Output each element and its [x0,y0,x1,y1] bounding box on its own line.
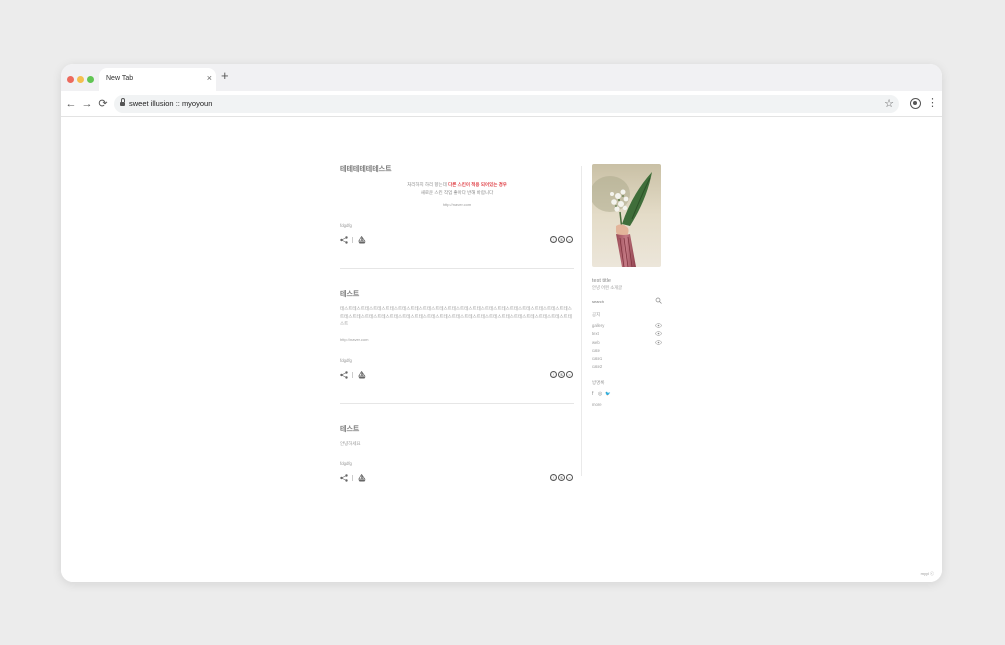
tab-strip: New Tab × + [61,64,942,91]
cc-nd-icon: = [566,236,573,243]
category-label: cate2 [592,364,603,370]
cc-nc-icon: $ [558,370,565,378]
notice-heading[interactable]: 공지 [592,312,662,318]
zoom-window-button[interactable] [87,76,94,83]
url-text[interactable]: sweet illusion :: myoyoun [129,99,212,108]
notice-highlight: 다른 스킨이 적용 되어있는 경우 [448,182,507,187]
post-item: 테스트 안녕하세요 fdgdfg ⓘ $ = [340,424,574,484]
close-window-button[interactable] [67,76,74,83]
cc-license-icons: ⓘ $ = [550,370,574,379]
search-input[interactable] [592,298,647,304]
notice-text-2: 새로운 스킨 작업 좋아다 반해 바랍니다 [420,190,494,195]
post-divider [340,402,574,404]
cc-nc-icon: $ [558,236,565,243]
post-link[interactable]: http://naver.com [340,202,574,207]
share-icon[interactable] [340,473,348,482]
notice-text: 처리하지 하리 향는데 [407,182,449,187]
post-title[interactable]: 테스트 [340,289,574,299]
category-item[interactable]: cate2 [592,364,662,372]
profile-photo [590,164,661,268]
instagram-icon[interactable]: ◎ [598,391,602,397]
more-link[interactable]: more [592,402,662,407]
cc-license-icons: ⓘ $ = [550,473,574,482]
tab-close-icon[interactable]: × [207,73,212,83]
bookmark-star-icon[interactable]: ☆ [884,97,894,110]
category-label: cate [592,347,600,353]
category-label: gallery [592,323,605,328]
post-item: 테스트 테스트테스트테스트테스트테스트테스트테스트테스트테스트테스트테스트테스트… [340,289,574,381]
post-notice: 처리하지 하리 향는데 다른 스킨이 적용 되어있는 경우 새로운 스킨 작업 … [340,181,574,197]
post-tag[interactable]: fdgdfg [340,358,574,363]
lock-icon [120,98,125,106]
category-list: gallery text web cate cate1 cate2 [592,323,662,373]
action-separator [352,474,353,481]
sidebar: test title 안녕 어쩐 소개글 공지 gallery text web… [590,164,662,407]
cc-nd-icon: = [566,473,573,481]
eye-icon [655,331,662,336]
boat-icon[interactable] [358,370,366,379]
category-item[interactable]: gallery [592,323,662,331]
footer-brand[interactable]: myyl ⓒ [921,571,934,577]
search-box [592,297,662,305]
eye-icon [655,323,662,328]
post-actions: ⓘ $ = [340,370,574,381]
forward-button[interactable]: → [80,97,94,111]
post-actions: ⓘ $ = [340,473,574,484]
browser-window: New Tab × + ← → ⟳ sweet illusion :: myoy… [61,64,942,582]
post-body: 테스트테스트테스트테스트테스트테스트테스트테스트테스트테스트테스트테스트테스트테… [340,306,572,326]
back-button[interactable]: ← [64,97,78,111]
post-tag[interactable]: fdgdfg [340,223,574,228]
post-link[interactable]: http://naver.com [340,337,574,342]
share-icon[interactable] [340,236,348,244]
post-actions: ⓘ $ = [340,236,574,246]
extension-icon[interactable] [910,98,921,109]
content-divider [581,166,582,476]
action-separator [352,371,353,378]
cc-by-icon: ⓘ [550,473,557,481]
minimize-window-button[interactable] [77,76,84,83]
social-links: f ◎ 🐦 [592,391,662,399]
guestbook-link[interactable]: 방명록 [592,380,662,386]
cc-license-icons: ⓘ $ = [550,236,574,244]
browser-menu-button[interactable]: ⋮ [927,96,938,109]
search-icon[interactable] [655,297,662,304]
post-title[interactable]: 테스트 [340,424,574,434]
category-item[interactable]: cate [592,348,662,356]
web-page: 테테테테테테스트 처리하지 하리 향는데 다른 스킨이 적용 되어있는 경우 새… [61,118,942,582]
tab-new-tab[interactable]: New Tab × [99,68,216,91]
eye-icon [655,340,662,345]
post-title[interactable]: 테테테테테테스트 [340,164,574,174]
tab-title: New Tab [106,75,134,82]
boat-icon[interactable] [358,473,366,482]
new-tab-button[interactable]: + [221,69,229,82]
category-item[interactable]: web [592,340,662,348]
post-list: 테테테테테테스트 처리하지 하리 향는데 다른 스킨이 적용 되어있는 경우 새… [340,164,574,484]
cc-by-icon: ⓘ [550,236,557,243]
category-label: text [592,331,599,337]
browser-toolbar: ← → ⟳ sweet illusion :: myoyoun ☆ ⋮ [61,91,942,117]
blog-description: 안녕 어쩐 소개글 [592,285,623,290]
cc-by-icon: ⓘ [550,370,557,378]
share-icon[interactable] [340,370,348,379]
address-bar[interactable]: sweet illusion :: myoyoun ☆ [114,95,899,113]
reload-button[interactable]: ⟳ [96,97,110,111]
category-label: cate1 [592,356,603,362]
cc-nc-icon: $ [558,473,565,481]
facebook-icon[interactable]: f [592,391,593,397]
blog-title[interactable]: test title [592,278,662,284]
category-label: web [592,339,600,345]
post-item: 테테테테테테스트 처리하지 하리 향는데 다른 스킨이 적용 되어있는 경우 새… [340,164,574,246]
cc-nd-icon: = [566,370,573,378]
post-body: 안녕하세요 [340,440,361,446]
action-separator [352,237,353,243]
category-item[interactable]: cate1 [592,356,662,364]
post-divider [340,268,574,269]
twitter-icon[interactable]: 🐦 [605,391,611,397]
post-tag[interactable]: fdgdfg [340,461,574,466]
boat-icon[interactable] [358,236,366,244]
category-item[interactable]: text [592,331,662,339]
